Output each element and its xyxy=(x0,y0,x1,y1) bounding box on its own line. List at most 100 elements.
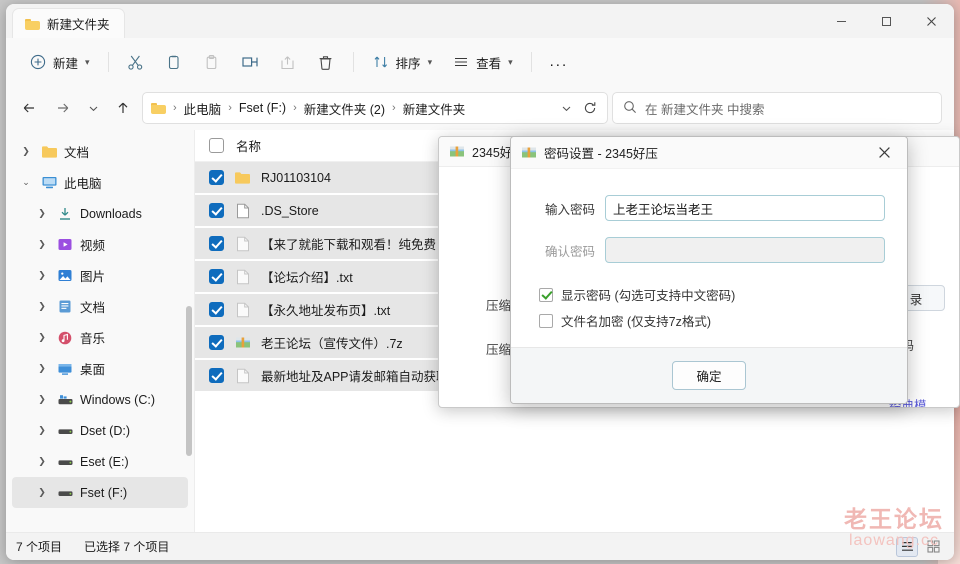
sidebar-item-this-pc[interactable]: ⌄ 此电脑 xyxy=(12,167,188,198)
sidebar-item-documents[interactable]: ❯ 文档 xyxy=(12,291,188,322)
breadcrumb-item-0[interactable]: 此电脑 xyxy=(180,97,226,120)
sidebar-item-label: Fset (F:) xyxy=(80,485,128,500)
chevron-right-icon[interactable]: ❯ xyxy=(34,332,50,343)
password-dialog-title: 密码设置 - 2345好压 xyxy=(544,147,658,161)
confirm-password-input[interactable] xyxy=(605,237,885,263)
breadcrumb-item-3[interactable]: 新建文件夹 xyxy=(399,97,470,120)
paste-button[interactable] xyxy=(194,46,230,78)
search-icon xyxy=(623,100,637,117)
address-bar-actions xyxy=(555,93,601,123)
share-icon xyxy=(279,53,297,71)
sidebar-item-pictures[interactable]: ❯ 图片 xyxy=(12,260,188,291)
view-button[interactable]: 查看 ▾ xyxy=(443,46,522,78)
encrypt-filename-row[interactable]: 文件名加密 (仅支持7z格式) xyxy=(539,311,885,330)
chevron-right-icon[interactable]: ❯ xyxy=(34,363,50,374)
sidebar-scrollbar-thumb[interactable] xyxy=(186,306,192,456)
sidebar-item-windows-c[interactable]: ❯ Windows (C:) xyxy=(12,384,188,415)
sidebar-item-documents-quick[interactable]: ❯ 文档 xyxy=(12,136,188,167)
sidebar-item-videos[interactable]: ❯ 视频 xyxy=(12,229,188,260)
tiles-view-button[interactable] xyxy=(922,537,944,557)
encrypt-filename-checkbox[interactable] xyxy=(539,313,553,328)
toolbar-divider-2 xyxy=(352,52,354,72)
back-button[interactable] xyxy=(14,93,44,123)
new-button[interactable]: 新建 ▾ xyxy=(20,46,99,78)
recent-locations-button[interactable] xyxy=(82,93,104,123)
breadcrumb-separator: › xyxy=(228,102,232,114)
chevron-right-icon[interactable]: ❯ xyxy=(34,487,50,498)
rename-button[interactable] xyxy=(232,46,268,78)
share-button[interactable] xyxy=(270,46,306,78)
maximize-button[interactable] xyxy=(864,4,909,38)
minimize-button[interactable] xyxy=(819,4,864,38)
row-checkbox[interactable] xyxy=(209,170,224,185)
breadcrumb-item-2[interactable]: 新建文件夹 (2) xyxy=(300,97,389,120)
sidebar-item-label: 桌面 xyxy=(80,363,106,377)
search-box[interactable]: 在 新建文件夹 中搜索 xyxy=(612,92,942,124)
column-header-name[interactable]: 名称 xyxy=(236,136,261,155)
sidebar-item-label: Dset (D:) xyxy=(80,423,130,438)
system-drive-icon xyxy=(56,391,74,409)
address-bar[interactable]: › 此电脑 › Fset (F:) › 新建文件夹 (2) › 新建文件夹 xyxy=(142,92,608,124)
text-file-icon xyxy=(234,235,251,252)
cut-button[interactable] xyxy=(118,46,154,78)
more-options-button[interactable]: ... xyxy=(541,46,578,78)
item-count-label: 7 个项目 xyxy=(16,540,63,554)
ok-button[interactable]: 确定 xyxy=(672,361,746,390)
row-checkbox[interactable] xyxy=(209,269,224,284)
file-name: 【论坛介绍】.txt xyxy=(261,271,353,285)
sidebar-item-dset-d[interactable]: ❯ Dset (D:) xyxy=(12,415,188,446)
row-checkbox[interactable] xyxy=(209,302,224,317)
chevron-right-icon[interactable]: ❯ xyxy=(34,301,50,312)
copy-button[interactable] xyxy=(156,46,192,78)
breadcrumb-separator: › xyxy=(392,102,396,114)
chevron-right-icon[interactable]: ❯ xyxy=(34,239,50,250)
chevron-down-icon[interactable]: ⌄ xyxy=(18,177,34,188)
file-name: 最新地址及APP请发邮箱自动获取! xyxy=(261,370,452,384)
command-bar: 新建 ▾ 排序 ▾ 查看 ▾ ... xyxy=(6,38,954,86)
sort-button[interactable]: 排序 ▾ xyxy=(363,46,442,78)
chevron-right-icon[interactable]: ❯ xyxy=(34,425,50,436)
up-button[interactable] xyxy=(108,93,138,123)
sidebar-item-eset-e[interactable]: ❯ Eset (E:) xyxy=(12,446,188,477)
refresh-button[interactable] xyxy=(579,93,601,123)
breadcrumb-separator: › xyxy=(293,102,297,114)
password-input[interactable]: 上老王论坛当老王 xyxy=(605,195,885,221)
delete-button[interactable] xyxy=(308,46,344,78)
search-input[interactable]: 在 新建文件夹 中搜索 xyxy=(645,99,764,118)
row-checkbox[interactable] xyxy=(209,203,224,218)
sidebar-item-downloads[interactable]: ❯ Downloads xyxy=(12,198,188,229)
address-dropdown-button[interactable] xyxy=(555,93,577,123)
sidebar-item-fset-f[interactable]: ❯ Fset (F:) xyxy=(12,477,188,508)
explorer-tab[interactable]: 新建文件夹 xyxy=(12,8,125,38)
forward-button[interactable] xyxy=(48,93,78,123)
sidebar-item-desktop[interactable]: ❯ 桌面 xyxy=(12,353,188,384)
show-password-checkbox[interactable] xyxy=(539,287,553,302)
archive-icon xyxy=(234,334,251,351)
folder-icon xyxy=(234,169,251,186)
close-icon[interactable] xyxy=(867,138,901,168)
show-password-row[interactable]: 显示密码 (勾选可支持中文密码) xyxy=(539,285,885,304)
selected-count-label: 已选择 7 个项目 xyxy=(84,540,170,554)
sidebar-item-label: Eset (E:) xyxy=(80,454,129,469)
chevron-right-icon[interactable]: ❯ xyxy=(34,208,50,219)
chevron-right-icon[interactable]: ❯ xyxy=(34,394,50,405)
videos-icon xyxy=(56,236,74,254)
sidebar-item-label: 此电脑 xyxy=(64,177,102,191)
chevron-right-icon[interactable]: ❯ xyxy=(34,456,50,467)
sidebar-scrollbar[interactable] xyxy=(186,136,192,528)
chevron-right-icon[interactable]: ❯ xyxy=(18,146,34,157)
breadcrumb-item-1[interactable]: Fset (F:) xyxy=(235,99,290,117)
close-button[interactable] xyxy=(909,4,954,38)
select-all-checkbox[interactable] xyxy=(209,138,224,153)
file-name: 【永久地址发布页】.txt xyxy=(261,304,391,318)
plus-circle-icon xyxy=(29,53,47,71)
details-view-button[interactable] xyxy=(896,536,918,557)
confirm-password-label: 确认密码 xyxy=(544,244,595,259)
row-checkbox[interactable] xyxy=(209,236,224,251)
chevron-right-icon[interactable]: ❯ xyxy=(34,270,50,281)
row-checkbox[interactable] xyxy=(209,335,224,350)
sidebar-item-music[interactable]: ❯ 音乐 xyxy=(12,322,188,353)
row-checkbox[interactable] xyxy=(209,368,224,383)
pictures-icon xyxy=(56,267,74,285)
downloads-icon xyxy=(56,205,74,223)
